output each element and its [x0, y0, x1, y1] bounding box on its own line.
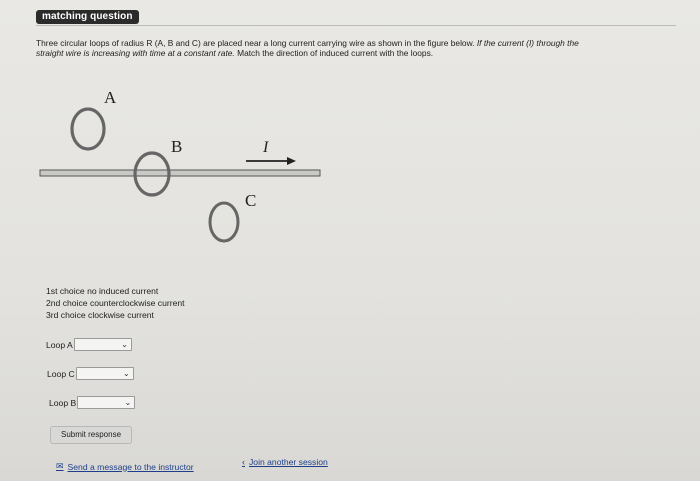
- loop-c-label: Loop C: [47, 368, 75, 379]
- loop-c-row: Loop C ⌄: [47, 367, 134, 380]
- page: matching question Three circular loops o…: [0, 0, 700, 481]
- loop-a-row: Loop A ⌄: [46, 338, 132, 351]
- label-a: A: [104, 88, 117, 107]
- send-message-link[interactable]: ✉ Send a message to the instructor: [56, 461, 194, 472]
- current-arrow-head: [287, 157, 296, 165]
- choice-item: 1st choice no induced current: [46, 286, 159, 296]
- loop-b-select[interactable]: ⌄: [77, 396, 136, 409]
- submit-response-button[interactable]: Submit response: [50, 426, 132, 444]
- loop-c-ring: [208, 201, 240, 243]
- chevron-down-icon: ⌄: [121, 340, 128, 349]
- envelope-icon: ✉: [56, 461, 64, 471]
- loop-a-select[interactable]: ⌄: [73, 338, 132, 351]
- choice-list: 1st choice no induced current 2nd choice…: [46, 285, 185, 321]
- chevron-down-icon: ⌄: [124, 398, 132, 407]
- join-session-label: Join another session: [249, 457, 328, 467]
- loop-a-label: Loop A: [46, 339, 73, 350]
- chevron-left-icon: ‹: [242, 457, 245, 467]
- send-message-label: Send a message to the instructor: [67, 461, 194, 472]
- chevron-down-icon: ⌄: [123, 369, 130, 378]
- loop-b-label: Loop B: [49, 397, 77, 408]
- loop-c-select[interactable]: ⌄: [75, 367, 134, 380]
- label-c: C: [245, 191, 256, 210]
- choice-item: 2nd choice counterclockwise current: [46, 298, 185, 308]
- choice-item: 3rd choice clockwise current: [46, 310, 154, 320]
- loop-a-ring: [70, 107, 106, 151]
- label-b: B: [171, 137, 182, 156]
- join-session-link[interactable]: ‹ Join another session: [242, 457, 328, 467]
- current-wire: [39, 169, 321, 177]
- label-current: I: [262, 139, 269, 156]
- loop-b-row: Loop B ⌄: [49, 396, 136, 409]
